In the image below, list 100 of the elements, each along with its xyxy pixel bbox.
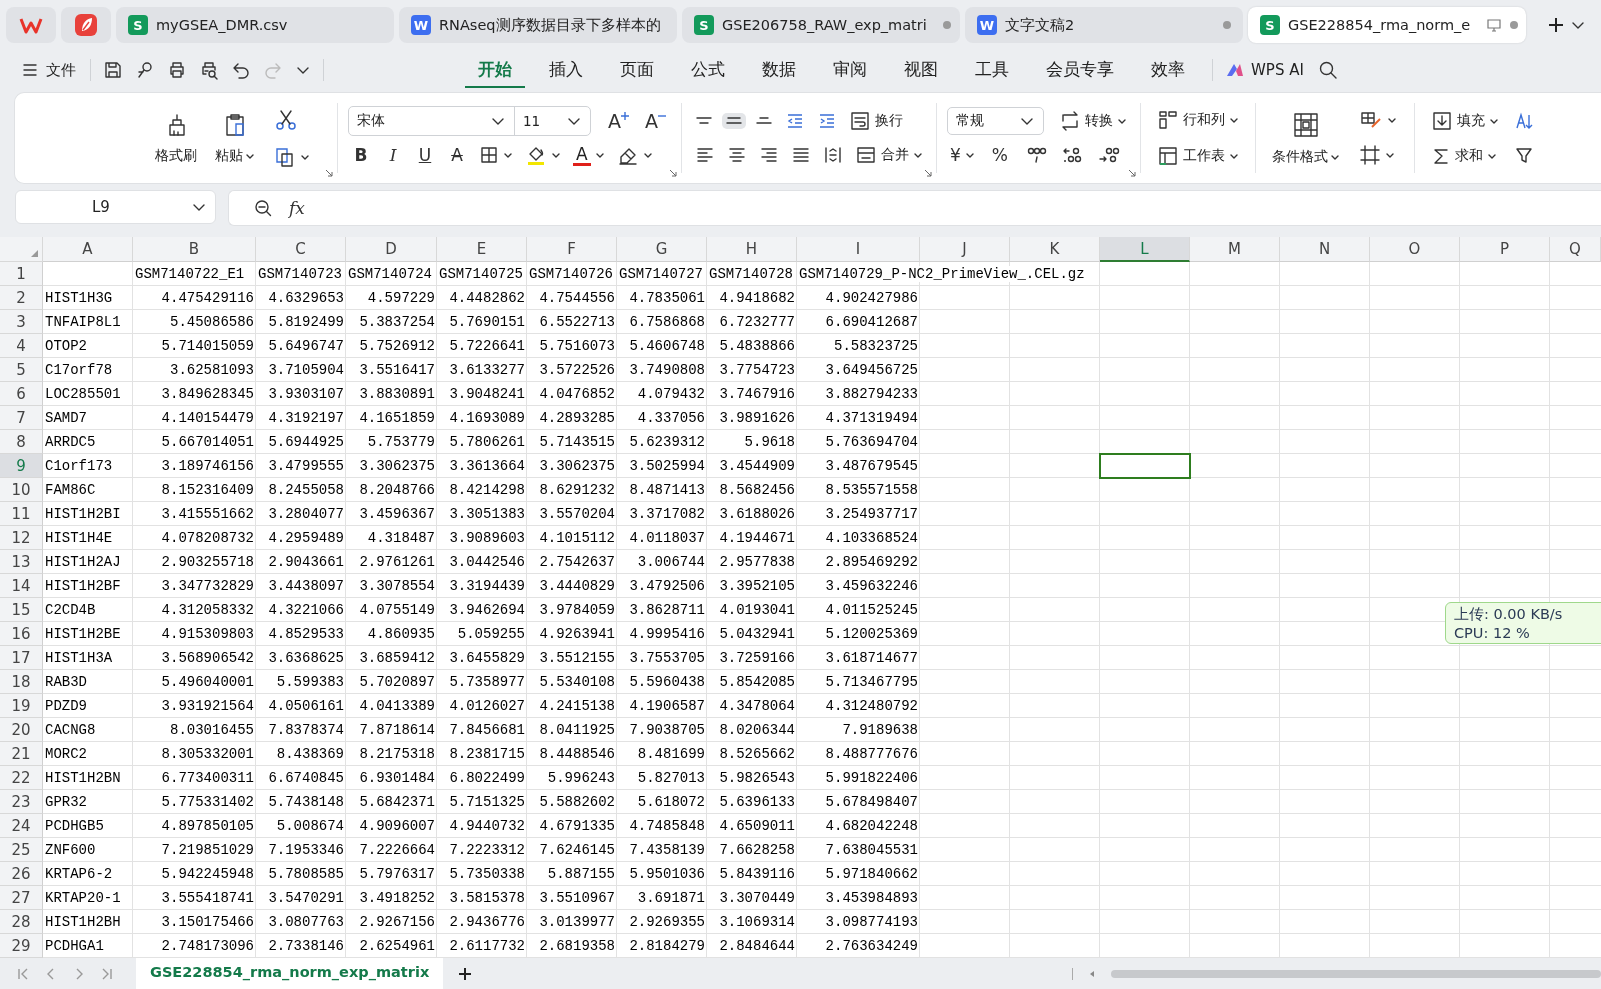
ribbon-button[interactable]: 换行: [846, 107, 906, 135]
indent-icon[interactable]: [817, 111, 837, 131]
search-icon[interactable]: [1317, 60, 1338, 80]
file-menu-button[interactable]: 文件: [16, 56, 82, 84]
sort-icon[interactable]: [1514, 111, 1534, 131]
scrollbar-thumb[interactable]: [1111, 969, 1601, 978]
menu-tab[interactable]: 效率: [1138, 52, 1198, 88]
row-header[interactable]: 13: [0, 550, 43, 574]
selected-cell-outline[interactable]: [1099, 453, 1191, 479]
column-header[interactable]: K: [1010, 237, 1100, 262]
formula-input[interactable]: fx: [228, 190, 1601, 226]
ribbon-button[interactable]: 转换: [1056, 107, 1130, 135]
row-header[interactable]: 11: [0, 502, 43, 526]
align-right-icon[interactable]: [759, 145, 779, 165]
row-header[interactable]: 19: [0, 694, 43, 718]
add-sheet-icon[interactable]: [457, 965, 474, 982]
row-header[interactable]: 8: [0, 430, 43, 454]
distribute-icon[interactable]: [823, 145, 843, 165]
column-header[interactable]: B: [133, 237, 256, 262]
column-header[interactable]: Q: [1550, 237, 1601, 262]
column-header[interactable]: E: [437, 237, 527, 262]
row-header[interactable]: 20: [0, 718, 43, 742]
row-header[interactable]: 17: [0, 646, 43, 670]
row-header[interactable]: 28: [0, 910, 43, 934]
row-header[interactable]: 23: [0, 790, 43, 814]
dialog-launcher-icon[interactable]: [669, 169, 677, 177]
column-header[interactable]: O: [1370, 237, 1460, 262]
document-tab[interactable]: W 文字文稿2: [965, 7, 1243, 43]
paste-button[interactable]: 粘贴: [213, 109, 257, 167]
column-header[interactable]: P: [1460, 237, 1550, 262]
loop-icon[interactable]: [135, 60, 155, 80]
row-header[interactable]: 4: [0, 334, 43, 358]
ribbon-button[interactable]: 合并: [852, 141, 926, 169]
sheet-tab[interactable]: GSE228854_rma_norm_exp_matrix: [136, 958, 444, 989]
thousands-separator-icon[interactable]: [1025, 145, 1049, 165]
decrease-decimal-icon[interactable]: [1097, 145, 1121, 165]
column-header[interactable]: C: [256, 237, 346, 262]
row-header[interactable]: 7: [0, 406, 43, 430]
column-header[interactable]: J: [920, 237, 1010, 262]
justify-icon[interactable]: [791, 145, 811, 165]
strike-button[interactable]: A: [444, 143, 470, 167]
row-header[interactable]: 25: [0, 838, 43, 862]
row-header[interactable]: 29: [0, 934, 43, 958]
row-header[interactable]: 12: [0, 526, 43, 550]
column-header[interactable]: G: [617, 237, 707, 262]
app-button[interactable]: [61, 7, 111, 43]
percent-button[interactable]: %: [983, 142, 1016, 168]
ribbon-button[interactable]: 工作表: [1155, 142, 1241, 170]
row-header[interactable]: 22: [0, 766, 43, 790]
menu-tab[interactable]: 会员专享: [1033, 52, 1127, 88]
column-header[interactable]: L: [1100, 237, 1190, 262]
currency-button[interactable]: ¥: [947, 142, 978, 168]
column-header[interactable]: N: [1280, 237, 1370, 262]
column-header[interactable]: A: [43, 237, 133, 262]
row-header[interactable]: 27: [0, 886, 43, 910]
document-tab[interactable]: S GSE228854_rma_norm_e: [1248, 7, 1526, 43]
name-box[interactable]: L9: [15, 190, 216, 224]
row-header[interactable]: 15: [0, 598, 43, 622]
row-header[interactable]: 16: [0, 622, 43, 646]
menu-tab[interactable]: 数据: [749, 52, 809, 88]
row-header[interactable]: 6: [0, 382, 43, 406]
menu-tab[interactable]: 视图: [891, 52, 951, 88]
row-header[interactable]: 9: [0, 454, 43, 478]
ribbon-button[interactable]: 填充: [1429, 107, 1501, 135]
column-header[interactable]: I: [797, 237, 920, 262]
document-tab[interactable]: S GSE206758_RAW_exp_matri: [682, 7, 960, 43]
ai-button[interactable]: WPS AI: [1221, 57, 1308, 83]
row-header[interactable]: 5: [0, 358, 43, 382]
document-tab[interactable]: W RNAseq测序数据目录下多样本的: [399, 7, 677, 43]
align-button[interactable]: [722, 113, 746, 129]
format-painter-button[interactable]: 格式刷: [153, 109, 199, 167]
menu-tab[interactable]: 页面: [607, 52, 667, 88]
ribbon-button[interactable]: 求和: [1429, 143, 1501, 169]
align-center-icon[interactable]: [727, 145, 747, 165]
outdent-icon[interactable]: [785, 111, 805, 131]
row-header[interactable]: 14: [0, 574, 43, 598]
dialog-launcher-icon[interactable]: [924, 169, 932, 177]
scissors-icon[interactable]: [274, 108, 298, 132]
row-header[interactable]: 10: [0, 478, 43, 502]
bold-button[interactable]: B: [348, 143, 374, 167]
menu-tab[interactable]: 工具: [962, 52, 1022, 88]
menu-tab[interactable]: 开始: [465, 52, 525, 88]
ribbon-button[interactable]: 行和列: [1155, 106, 1241, 134]
menu-tab[interactable]: 插入: [536, 52, 596, 88]
decrease-font-button[interactable]: A: [640, 108, 671, 134]
increase-font-button[interactable]: A: [603, 108, 634, 134]
print-icon[interactable]: [167, 60, 187, 80]
print-preview-icon[interactable]: [199, 60, 219, 80]
column-header[interactable]: F: [527, 237, 617, 262]
row-header[interactable]: 1: [0, 262, 43, 286]
document-tab[interactable]: S myGSEA_DMR.csv: [116, 7, 394, 43]
column-header[interactable]: D: [346, 237, 437, 262]
menu-tab[interactable]: 公式: [678, 52, 738, 88]
column-header[interactable]: H: [707, 237, 797, 262]
app-button[interactable]: [6, 7, 56, 43]
align-left-icon[interactable]: [695, 145, 715, 165]
row-header[interactable]: 26: [0, 862, 43, 886]
select-all-icon[interactable]: [29, 248, 39, 258]
row-header[interactable]: 3: [0, 310, 43, 334]
font-dropdown[interactable]: 宋体: [349, 107, 514, 135]
